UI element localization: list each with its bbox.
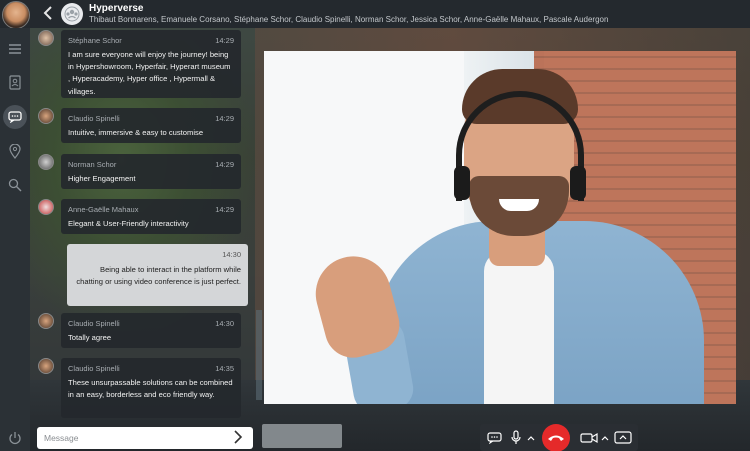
message-time: 14:29 (215, 114, 234, 123)
back-arrow-icon[interactable] (42, 5, 56, 23)
chat-message-list[interactable]: Stéphane Schor 14:29 I am sure everyone … (30, 28, 258, 424)
list-item: Anne-Gaëlle Mahaux 14:29 Elegant & User-… (61, 199, 241, 234)
contacts-book-icon[interactable] (3, 70, 27, 94)
message-text: I am sure everyone will enjoy the journe… (68, 50, 231, 96)
message-text: Totally agree (68, 333, 112, 342)
search-icon[interactable] (3, 173, 27, 197)
sender-name: Norman Schor (68, 160, 117, 169)
message-text: Intuitive, immersive & easy to customise (68, 128, 204, 137)
message-time: 14:30 (215, 319, 234, 328)
avatar (38, 154, 54, 170)
screen-share-icon[interactable] (614, 428, 632, 447)
chevron-up-icon[interactable] (526, 428, 536, 447)
list-item: Norman Schor 14:29 Higher Engagement (61, 154, 241, 189)
video-call-feed (264, 51, 736, 404)
sender-name: Claudio Spinelli (68, 364, 120, 373)
call-controls (480, 424, 638, 451)
send-arrow-icon[interactable] (233, 430, 247, 446)
avatar (38, 358, 54, 374)
message-text: Being able to interact in the platform w… (76, 265, 241, 287)
sender-name: Claudio Spinelli (68, 319, 120, 328)
message-time: 14:29 (215, 36, 234, 45)
power-icon[interactable] (3, 426, 27, 450)
avatar (38, 30, 54, 46)
user-avatar[interactable] (2, 1, 30, 29)
message-time: 14:35 (215, 364, 234, 373)
message-time: 14:30 (222, 250, 241, 259)
hang-up-icon[interactable] (542, 424, 570, 451)
left-sidebar (0, 28, 30, 451)
list-item: Claudio Spinelli 14:30 Totally agree (61, 313, 241, 348)
message-composer (37, 427, 253, 449)
chat-header: Hyperverse Thibaut Bonnarens, Emanuele C… (0, 0, 750, 29)
hamburger-menu-icon[interactable] (3, 37, 27, 61)
message-text: Higher Engagement (68, 174, 136, 183)
message-time: 14:29 (215, 160, 234, 169)
location-pin-icon[interactable] (3, 139, 27, 163)
chat-members-list: Thibaut Bonnarens, Emanuele Corsano, Sté… (89, 15, 609, 24)
camera-icon[interactable] (580, 428, 598, 447)
microphone-icon[interactable] (510, 428, 522, 447)
chat-title: Hyperverse (89, 3, 144, 14)
message-text: These unsurpassable solutions can be com… (68, 378, 233, 400)
message-time: 14:29 (215, 205, 234, 214)
list-item: Claudio Spinelli 14:35 These unsurpassab… (61, 358, 241, 418)
sender-name: Claudio Spinelli (68, 114, 120, 123)
sender-name: Anne-Gaëlle Mahaux (68, 205, 139, 214)
avatar (38, 313, 54, 329)
avatar (38, 108, 54, 124)
chat-bubble-icon[interactable] (3, 105, 27, 129)
list-item: 14:30 Being able to interact in the plat… (67, 244, 248, 306)
sender-name: Stéphane Schor (68, 36, 122, 45)
list-item: Claudio Spinelli 14:29 Intuitive, immers… (61, 108, 241, 143)
keyboard-prop (262, 424, 342, 448)
message-text: Elegant & User-Friendly interactivity (68, 219, 189, 228)
message-input[interactable] (44, 430, 224, 446)
list-item: Stéphane Schor 14:29 I am sure everyone … (61, 30, 241, 98)
chat-icon[interactable] (486, 428, 502, 447)
group-avatar-icon (61, 3, 83, 25)
avatar (38, 199, 54, 215)
chevron-up-icon[interactable] (600, 428, 610, 447)
